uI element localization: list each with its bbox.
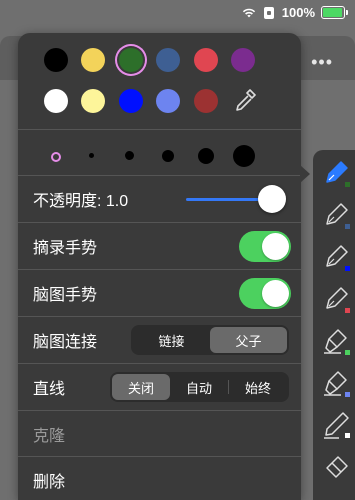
- lock-rotation-icon: [263, 6, 274, 19]
- segment-auto[interactable]: 自动: [170, 374, 228, 400]
- mindmap-gesture-label: 脑图手势: [33, 287, 98, 304]
- excerpt-gesture-row: 摘录手势: [18, 223, 301, 269]
- clone-label: 克隆: [33, 428, 66, 445]
- stroke-size-xl[interactable]: [198, 148, 214, 164]
- segment-always[interactable]: 始终: [229, 374, 287, 400]
- color-swatch-dark-red[interactable]: [194, 89, 218, 113]
- excerpt-gesture-label: 摘录手势: [33, 240, 98, 257]
- segment-parent-child[interactable]: 父子: [210, 327, 287, 353]
- stroke-size-s[interactable]: [89, 153, 94, 158]
- line-row: 直线 关闭 自动 始终: [18, 364, 301, 410]
- clone-row[interactable]: 克隆: [18, 411, 301, 457]
- color-swatch-white[interactable]: [44, 89, 68, 113]
- pen-icon[interactable]: [321, 284, 351, 314]
- mindmap-gesture-row: 脑图手势: [18, 270, 301, 316]
- divider: [18, 129, 301, 130]
- wifi-icon: [242, 8, 255, 17]
- mindmap-link-label: 脑图连接: [33, 334, 98, 351]
- mindmap-link-segmented: 链接 父子: [131, 325, 289, 355]
- mindmap-link-row: 脑图连接 链接 父子: [18, 317, 301, 363]
- color-swatch-green[interactable]: [119, 48, 143, 72]
- delete-row[interactable]: 删除: [18, 457, 301, 500]
- mindmap-gesture-toggle[interactable]: [239, 278, 291, 309]
- line-label: 直线: [33, 381, 66, 398]
- pen-settings-popover: 不透明度: 1.0 摘录手势 脑图手势 脑图连接 链接 父子 直线 关闭 自动 …: [18, 33, 301, 500]
- popover-arrow: [300, 165, 310, 183]
- status-right: 100%: [242, 5, 348, 20]
- battery-icon: [321, 6, 348, 19]
- color-swatch-red[interactable]: [194, 48, 218, 72]
- pen-icon[interactable]: [321, 158, 351, 188]
- stroke-size-m[interactable]: [125, 151, 134, 160]
- color-swatch-black[interactable]: [44, 48, 68, 72]
- color-swatch-periwinkle[interactable]: [156, 89, 180, 113]
- line-segmented: 关闭 自动 始终: [110, 372, 289, 402]
- opacity-label: 不透明度: 1.0: [33, 193, 129, 210]
- eraser-icon[interactable]: [321, 452, 351, 482]
- stroke-size-xs[interactable]: [51, 152, 61, 162]
- highlighter-icon[interactable]: [321, 326, 351, 356]
- color-swatch-yellow[interactable]: [81, 48, 105, 72]
- color-swatch-purple[interactable]: [231, 48, 255, 72]
- status-bar: 100%: [0, 0, 355, 28]
- delete-label: 删除: [33, 474, 66, 491]
- pencil-icon[interactable]: [321, 410, 351, 440]
- more-icon[interactable]: •••: [311, 52, 333, 73]
- opacity-row: 不透明度: 1.0: [18, 176, 301, 222]
- highlighter-icon[interactable]: [321, 368, 351, 398]
- segment-off[interactable]: 关闭: [112, 374, 170, 400]
- color-swatch-slate-blue[interactable]: [156, 48, 180, 72]
- pen-icon[interactable]: [321, 200, 351, 230]
- stroke-size-row: [18, 135, 301, 175]
- segment-link[interactable]: 链接: [133, 327, 210, 353]
- color-swatch-light-yellow[interactable]: [81, 89, 105, 113]
- stroke-size-l[interactable]: [162, 150, 174, 162]
- excerpt-gesture-toggle[interactable]: [239, 231, 291, 262]
- stroke-size-xxl[interactable]: [233, 145, 255, 167]
- pen-icon[interactable]: [321, 242, 351, 272]
- color-swatch-blue[interactable]: [119, 89, 143, 113]
- tool-palette: [313, 150, 355, 500]
- eyedropper-icon[interactable]: [232, 87, 258, 115]
- battery-percent: 100%: [281, 5, 315, 20]
- opacity-slider-thumb[interactable]: [258, 185, 286, 213]
